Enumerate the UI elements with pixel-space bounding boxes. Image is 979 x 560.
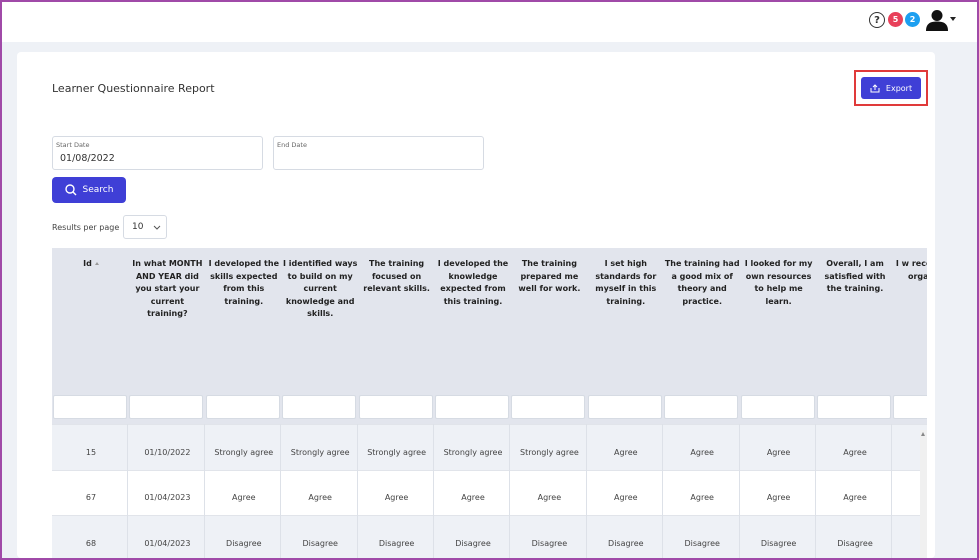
export-button[interactable]: Export — [861, 77, 921, 99]
column-divider — [127, 424, 129, 558]
scroll-up-arrow-icon[interactable] — [921, 432, 925, 436]
column-header[interactable]: I w recomm trai organi oth — [893, 258, 927, 283]
table-cell: Strongly agree — [214, 448, 274, 457]
table-cell: Agree — [843, 493, 867, 502]
column-filter-row — [52, 394, 927, 424]
table-cell: Strongly agree — [519, 448, 579, 457]
table-cell: Strongly agree — [443, 448, 503, 457]
column-divider — [356, 424, 358, 558]
column-filter-input[interactable] — [740, 395, 815, 419]
column-filter-input[interactable] — [358, 395, 433, 419]
search-icon — [64, 184, 77, 196]
column-divider — [815, 424, 816, 558]
column-filter-input[interactable] — [587, 395, 662, 419]
user-menu-chevron-down-icon[interactable] — [950, 17, 956, 21]
table-cell: 67 — [85, 493, 97, 502]
column-divider — [433, 424, 434, 558]
table-row[interactable]: 15 01/10/2022 Strongly agree Strongly agree… — [52, 424, 927, 470]
search-button-label: Search — [82, 185, 114, 195]
column-filter-input[interactable] — [282, 395, 357, 419]
table-cell: Strongly agree — [367, 448, 426, 457]
start-date-label: Start Date — [56, 141, 90, 149]
table-cell: Disagree — [226, 539, 262, 548]
page-title: Learner Questionnaire Report — [52, 82, 215, 95]
column-divider — [662, 424, 664, 558]
column-filter-input[interactable] — [511, 395, 586, 419]
table-cell: 15 — [85, 448, 97, 457]
results-per-page-select[interactable]: 10 — [123, 215, 167, 239]
table-cell: Agree — [843, 448, 867, 457]
table-cell: Disagree — [760, 539, 797, 548]
report-table: Id In what MONTH AND YEAR did you start y… — [52, 248, 927, 558]
table-cell: Agree — [614, 448, 638, 457]
help-icon[interactable]: ? — [869, 12, 885, 28]
start-date-input[interactable] — [60, 153, 250, 164]
sort-icon[interactable] — [94, 262, 99, 265]
column-header-id[interactable]: Id — [53, 258, 129, 271]
top-bar — [2, 2, 977, 42]
results-per-page-label: Results per page — [52, 223, 120, 232]
vertical-scrollbar[interactable] — [920, 430, 927, 558]
column-header[interactable]: I looked for my own resources to help me… — [741, 258, 817, 308]
table-cell: Agree — [461, 493, 485, 502]
table-cell: Disagree — [378, 539, 415, 548]
column-header[interactable]: I developed the knowledge expected from … — [435, 258, 511, 308]
table-cell: Disagree — [684, 539, 720, 548]
column-header[interactable]: Overall, I am satisfied with the trainin… — [817, 258, 893, 296]
table-cell: Agree — [614, 493, 638, 502]
table-cell: Agree — [766, 448, 791, 457]
table-cell: Agree — [232, 493, 256, 502]
column-divider — [585, 424, 587, 558]
user-avatar-icon[interactable] — [925, 9, 949, 31]
column-header[interactable]: I developed the skills expected from thi… — [206, 258, 282, 308]
column-divider — [280, 424, 282, 558]
column-divider — [738, 424, 740, 558]
column-filter-input[interactable] — [664, 395, 739, 419]
column-filter-input[interactable] — [817, 395, 891, 419]
table-cell: Disagree — [455, 539, 491, 548]
table-cell: 68 — [85, 539, 97, 548]
column-header[interactable]: The training focused on relevant skills. — [359, 258, 435, 296]
notifications-badge[interactable]: 5 — [888, 12, 903, 27]
table-row[interactable]: 67 01/04/2023 Agree Agree Agree Agree Agree Agr… — [52, 470, 927, 515]
search-button[interactable]: Search — [52, 177, 126, 203]
results-per-page-value: 10 — [132, 222, 144, 232]
column-filter-input[interactable] — [435, 395, 509, 419]
column-header[interactable]: I set high standards for myself in this … — [588, 258, 664, 308]
table-cell: Disagree — [531, 539, 568, 548]
end-date-input[interactable] — [281, 153, 471, 164]
table-cell: Strongly agree — [290, 448, 350, 457]
table-cell: 01/04/2023 — [144, 539, 191, 548]
column-header[interactable]: The training had a good mix of theory an… — [664, 258, 740, 308]
table-cell: Disagree — [608, 539, 644, 548]
export-icon — [870, 83, 880, 92]
column-header[interactable]: In what MONTH AND YEAR did you start you… — [129, 258, 205, 321]
table-cell: Agree — [537, 493, 562, 502]
column-divider — [891, 424, 893, 558]
table-cell: Disagree — [302, 539, 338, 548]
export-button-label: Export — [885, 83, 913, 93]
table-row[interactable]: 68 01/04/2023 Disagree Disagree Disagree Disa… — [52, 515, 927, 558]
column-header[interactable]: I identified ways to build on my current… — [282, 258, 358, 321]
table-cell: Agree — [308, 493, 332, 502]
table-cell: Agree — [690, 448, 714, 457]
table-cell: Agree — [384, 493, 409, 502]
table-cell: Disagree — [837, 539, 873, 548]
end-date-field[interactable]: End Date — [273, 136, 484, 170]
start-date-field[interactable]: Start Date — [52, 136, 263, 170]
column-divider — [203, 424, 205, 558]
column-filter-input[interactable] — [53, 395, 127, 419]
table-cell: Agree — [766, 493, 791, 502]
chevron-down-icon — [154, 225, 161, 230]
column-filter-input[interactable] — [129, 395, 204, 419]
column-filter-input[interactable] — [205, 395, 280, 419]
table-cell: 01/04/2023 — [144, 493, 191, 502]
table-cell: Agree — [690, 493, 714, 502]
column-divider — [509, 424, 511, 558]
column-filter-input[interactable] — [893, 395, 927, 419]
end-date-label: End Date — [277, 141, 307, 149]
messages-badge[interactable]: 2 — [905, 12, 920, 27]
table-cell: 01/10/2022 — [144, 448, 191, 457]
column-header[interactable]: The training prepared me well for work. — [511, 258, 587, 296]
